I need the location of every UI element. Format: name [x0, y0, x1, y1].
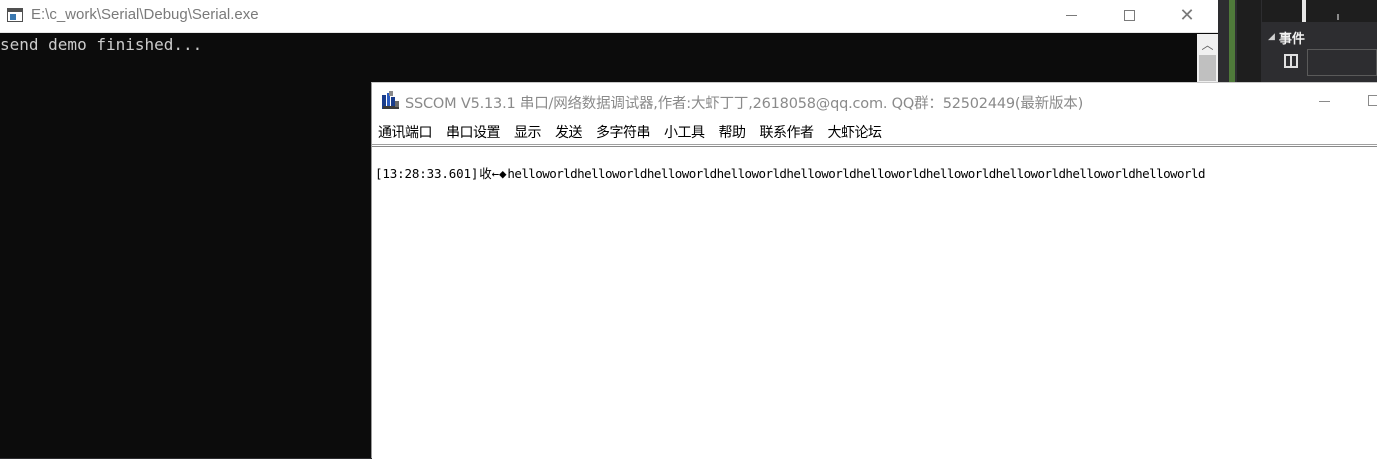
ide-events-section-header[interactable]: ◢ 事件: [1268, 27, 1305, 47]
ide-tick: [1337, 14, 1339, 20]
console-maximize-button[interactable]: [1100, 0, 1158, 31]
console-close-button[interactable]: ✕: [1158, 0, 1216, 31]
menu-contact-author[interactable]: 联系作者: [760, 122, 815, 142]
ide-splitter[interactable]: [1302, 0, 1306, 22]
console-minimize-button[interactable]: [1042, 0, 1100, 31]
console-titlebar[interactable]: E:\c_work\Serial\Debug\Serial.exe ✕: [0, 0, 1218, 33]
grid-view-icon[interactable]: [1284, 54, 1298, 68]
menu-help[interactable]: 帮助: [719, 122, 747, 142]
console-window-title: E:\c_work\Serial\Debug\Serial.exe: [31, 6, 259, 23]
minimize-icon: [1065, 15, 1077, 16]
menu-tools[interactable]: 小工具: [664, 122, 705, 142]
sscom-menubar: 通讯端口 串口设置 显示 发送 多字符串 小工具 帮助 联系作者 大虾论坛: [372, 119, 1377, 145]
ide-section-title: 事件: [1278, 31, 1305, 47]
sscom-window-title: SSCOM V5.13.1 串口/网络数据调试器,作者:大虾丁丁,2618058…: [405, 96, 1084, 112]
ide-top-panel: [1262, 0, 1377, 22]
receive-line: [13:28:33.601]收←◆helloworldhelloworldhel…: [375, 163, 1206, 182]
menu-multi-string[interactable]: 多字符串: [596, 122, 651, 142]
menu-send[interactable]: 发送: [555, 122, 583, 142]
sscom-titlebar[interactable]: SSCOM V5.13.1 串口/网络数据调试器,作者:大虾丁丁,2618058…: [372, 83, 1377, 119]
menu-comm-port[interactable]: 通讯端口: [378, 122, 433, 142]
ide-editor-column: [1237, 0, 1261, 82]
ide-change-indicator: [1229, 0, 1235, 82]
menu-serial-settings[interactable]: 串口设置: [446, 122, 501, 142]
maximize-icon[interactable]: [1368, 95, 1377, 106]
sscom-minimize-button[interactable]: [1309, 83, 1339, 119]
scroll-up-icon[interactable]: ︿: [1197, 34, 1218, 54]
receive-payload: helloworldhelloworldhelloworldhelloworld…: [507, 166, 1205, 181]
collapse-triangle-icon[interactable]: ◢: [1268, 32, 1275, 42]
menu-forum[interactable]: 大虾论坛: [828, 122, 883, 142]
sscom-receive-area[interactable]: [13:28:33.601]收←◆helloworldhelloworldhel…: [372, 146, 1377, 459]
menu-display[interactable]: 显示: [514, 122, 542, 142]
console-output-line: send demo finished...: [0, 35, 203, 54]
console-icon: [7, 8, 23, 22]
sscom-app-icon: [382, 91, 399, 109]
scroll-thumb[interactable]: [1199, 55, 1216, 81]
minimize-icon: [1318, 100, 1330, 102]
sscom-window: SSCOM V5.13.1 串口/网络数据调试器,作者:大虾丁丁,2618058…: [371, 82, 1377, 459]
receive-direction: 收←◆: [479, 166, 507, 181]
close-icon: ✕: [1179, 5, 1195, 26]
receive-timestamp: [13:28:33.601]: [375, 166, 479, 181]
ide-property-input[interactable]: [1307, 49, 1377, 76]
maximize-icon: [1123, 10, 1135, 21]
